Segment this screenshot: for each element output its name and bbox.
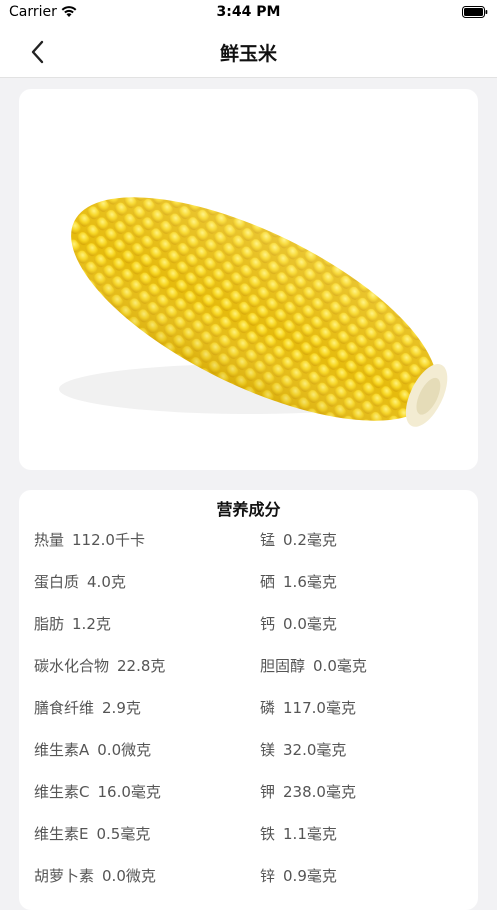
nutrition-card: 营养成分 热量 112.0千卡 锰 0.2毫克 蛋白质 4.0克 硒 1.6毫克 脂肪 1… — [19, 490, 478, 910]
nutrient-row: 蛋白质 4.0克 硒 1.6毫克 — [19, 571, 478, 613]
nutrient-value: 0.0毫克 — [283, 615, 337, 633]
nutrient-item: 钾 238.0毫克 — [260, 781, 356, 802]
nutrient-value: 16.0毫克 — [97, 783, 161, 801]
nutrient-row: 维生素C 16.0毫克 钾 238.0毫克 — [19, 781, 478, 823]
nutrient-item: 钙 0.0毫克 — [260, 613, 337, 634]
nutrient-item: 维生素E 0.5毫克 — [34, 823, 150, 844]
nutrient-value: 0.9毫克 — [283, 867, 337, 885]
nutrient-item: 硒 1.6毫克 — [260, 571, 337, 592]
nutrient-value: 0.0毫克 — [313, 657, 367, 675]
corn-image — [59, 197, 448, 427]
nutrient-row: 膳食纤维 2.9克 磷 117.0毫克 — [19, 697, 478, 739]
nutrient-value: 1.1毫克 — [283, 825, 337, 843]
nutrient-name: 锰 — [260, 531, 276, 549]
nutrient-name: 钙 — [260, 615, 276, 633]
nutrient-name: 碳水化合物 — [34, 657, 110, 675]
nutrient-name: 膳食纤维 — [34, 699, 95, 717]
nutrient-value: 1.6毫克 — [283, 573, 337, 591]
nutrient-item: 热量 112.0千卡 — [34, 529, 145, 550]
nutrient-name: 维生素A — [34, 741, 90, 759]
nutrient-value: 0.0微克 — [97, 741, 152, 759]
status-bar: Carrier 3:44 PM — [0, 0, 497, 26]
nutrient-item: 维生素C 16.0毫克 — [34, 781, 161, 802]
nutrient-value: 0.2毫克 — [283, 531, 337, 549]
nutrient-value: 1.2克 — [72, 615, 111, 633]
nutrient-name: 硒 — [260, 573, 276, 591]
nutrient-item: 胆固醇 0.0毫克 — [260, 655, 367, 676]
nutrient-row: 维生素A 0.0微克 镁 32.0毫克 — [19, 739, 478, 781]
nutrient-name: 磷 — [260, 699, 276, 717]
nutrient-name: 热量 — [34, 531, 65, 549]
nutrient-value: 4.0克 — [87, 573, 126, 591]
nutrient-name: 钾 — [260, 783, 276, 801]
nutrient-name: 胡萝卜素 — [34, 867, 95, 885]
nutrient-item: 蛋白质 4.0克 — [34, 571, 126, 592]
nutrient-item: 膳食纤维 2.9克 — [34, 697, 141, 718]
status-time: 3:44 PM — [216, 4, 281, 20]
nutrient-list: 热量 112.0千卡 锰 0.2毫克 蛋白质 4.0克 硒 1.6毫克 脂肪 1.2克 钙… — [19, 529, 478, 907]
battery-icon — [462, 6, 488, 18]
page-title: 鲜玉米 — [219, 43, 277, 65]
nutrient-row: 热量 112.0千卡 锰 0.2毫克 — [19, 529, 478, 571]
nutrient-name: 镁 — [260, 741, 276, 759]
nutrient-row: 碳水化合物 22.8克 胆固醇 0.0毫克 — [19, 655, 478, 697]
nutrient-value: 0.5毫克 — [96, 825, 151, 843]
nutrient-row: 维生素E 0.5毫克 铁 1.1毫克 — [19, 823, 478, 865]
nutrient-row: 胡萝卜素 0.0微克 锌 0.9毫克 — [19, 865, 478, 907]
nutrient-name: 铁 — [260, 825, 276, 843]
nutrient-name: 锌 — [260, 867, 276, 885]
food-image-card — [19, 89, 478, 470]
nutrient-value: 0.0微克 — [102, 867, 156, 885]
nutrient-name: 维生素C — [34, 783, 90, 801]
nutrition-title: 营养成分 — [216, 500, 281, 519]
nutrient-name: 维生素E — [34, 825, 89, 843]
nutrient-name: 蛋白质 — [34, 573, 80, 591]
nutrient-item: 磷 117.0毫克 — [260, 697, 356, 718]
nutrient-value: 238.0毫克 — [283, 783, 356, 801]
nutrient-item: 铁 1.1毫克 — [260, 823, 337, 844]
nutrient-value: 32.0毫克 — [283, 741, 347, 759]
nutrient-value: 117.0毫克 — [283, 699, 356, 717]
nutrient-value: 22.8克 — [117, 657, 166, 675]
nutrient-value: 2.9克 — [102, 699, 141, 717]
nav-bar: 鲜玉米 — [0, 26, 497, 78]
nutrient-item: 脂肪 1.2克 — [34, 613, 111, 634]
nutrient-name: 胆固醇 — [260, 657, 306, 675]
nutrient-name: 脂肪 — [34, 615, 65, 633]
nutrient-value: 112.0千卡 — [72, 531, 145, 549]
nutrient-item: 维生素A 0.0微克 — [34, 739, 151, 760]
nutrient-item: 镁 32.0毫克 — [260, 739, 346, 760]
nutrient-item: 碳水化合物 22.8克 — [34, 655, 165, 676]
nutrient-item: 锰 0.2毫克 — [260, 529, 337, 550]
nutrient-row: 脂肪 1.2克 钙 0.0毫克 — [19, 613, 478, 655]
